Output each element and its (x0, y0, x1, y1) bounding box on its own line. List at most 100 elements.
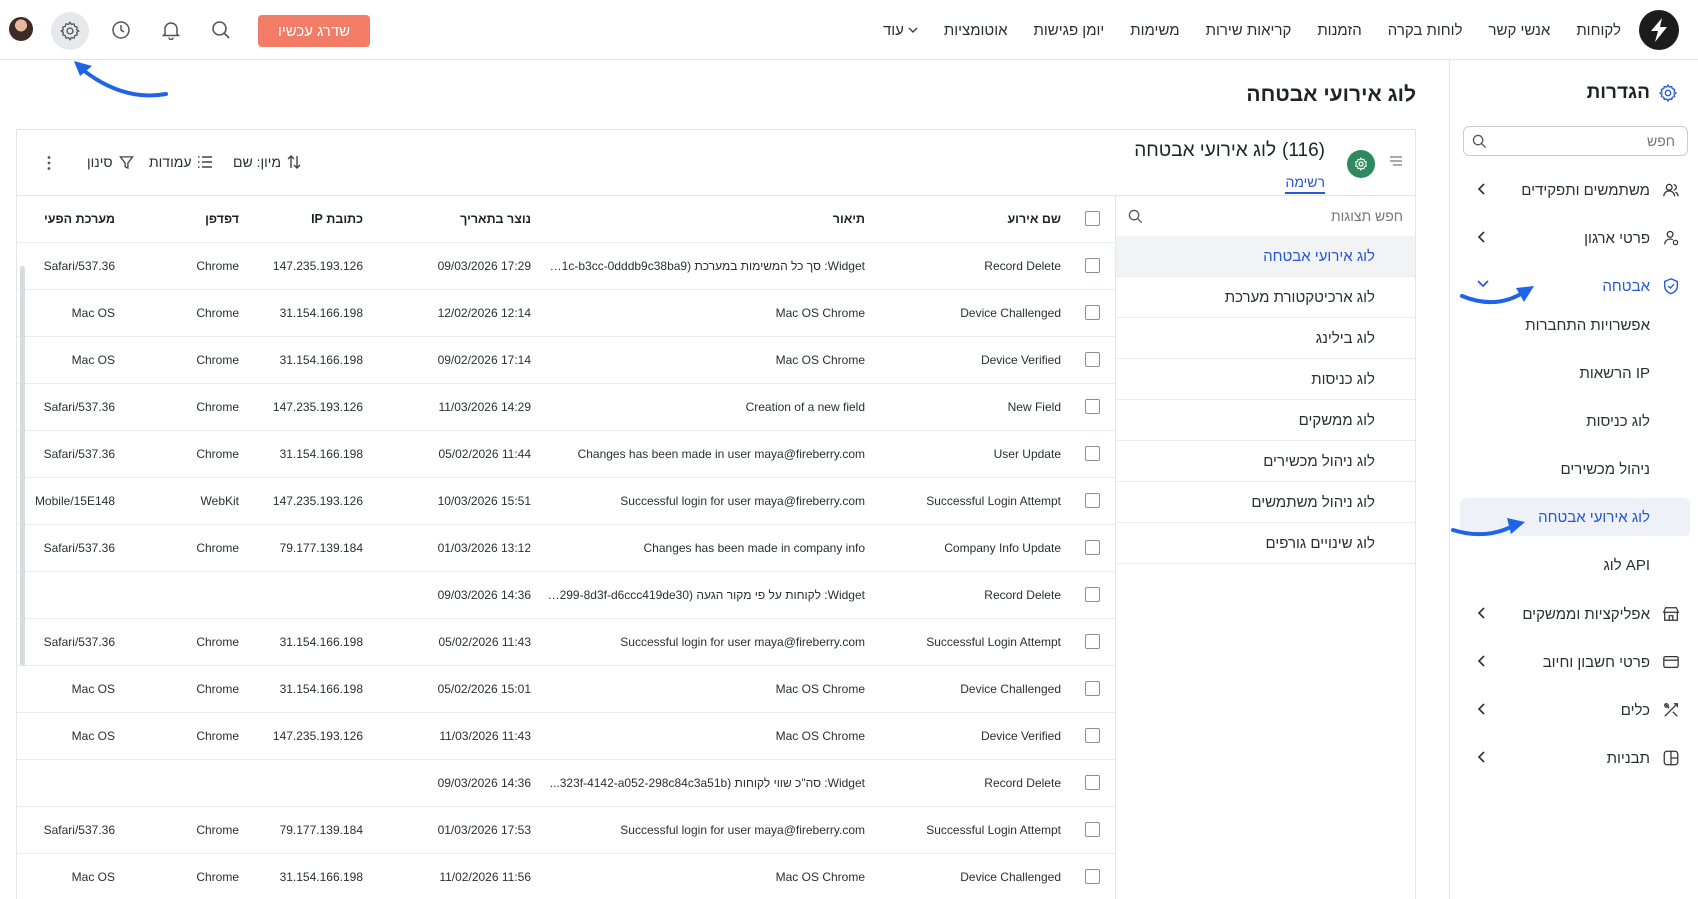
select-all-checkbox[interactable] (1084, 211, 1100, 227)
sidebar-sub-device-management[interactable]: ניהול מכשירים (1460, 450, 1690, 488)
sort-button[interactable]: מיון: שם (233, 154, 301, 170)
settings-search[interactable] (1463, 126, 1688, 156)
table-row[interactable]: Successful Login Attempt Successful login… (17, 477, 1115, 525)
table-row[interactable]: Device Challenged Mac OS Chrome 11:56 11/0… (17, 853, 1115, 899)
view-item[interactable]: לוג ממשקים (1116, 400, 1415, 441)
row-checkbox[interactable] (1084, 587, 1100, 603)
user-avatar[interactable] (9, 17, 33, 41)
nav-item-contacts[interactable]: אנשי קשר (1476, 22, 1564, 39)
row-select-cell[interactable] (1069, 759, 1115, 807)
sidebar-sub-login-options[interactable]: אפשרויות התחברות (1460, 306, 1690, 344)
view-item[interactable]: לוג שינויים גורפים (1116, 523, 1415, 564)
column-header-created[interactable]: נוצר בתאריך (371, 196, 539, 243)
row-select-cell[interactable] (1069, 712, 1115, 760)
table-row[interactable]: Device Challenged Mac OS Chrome 15:01 05/0… (17, 665, 1115, 713)
row-checkbox[interactable] (1084, 446, 1100, 462)
view-item[interactable]: לוג כניסות (1116, 359, 1415, 400)
app-logo[interactable] (1639, 10, 1679, 50)
sidebar-sub-login-log[interactable]: לוג כניסות (1460, 402, 1690, 440)
nav-item-dashboards[interactable]: לוחות בקרה (1375, 22, 1476, 39)
column-header-browser[interactable]: דפדפן (123, 196, 247, 243)
table-row[interactable]: Company Info Update Changes has been made… (17, 524, 1115, 572)
view-item[interactable]: לוג ניהול מכשירים (1116, 441, 1415, 482)
row-select-cell[interactable] (1069, 853, 1115, 899)
columns-button[interactable]: עמודות (149, 154, 213, 170)
tab-list[interactable]: רשימה (1285, 174, 1325, 194)
column-header-event[interactable]: שם אירוע (881, 196, 1069, 243)
sidebar-item-users-roles[interactable]: משתמשים ותפקידים (1460, 172, 1690, 208)
card-icon (1663, 655, 1679, 669)
table-row[interactable]: Device Challenged Mac OS Chrome 12:14 12/0… (17, 289, 1115, 337)
upgrade-now-button[interactable]: שדרג עכשיו (258, 15, 370, 47)
table-row[interactable]: Record Delete Widget: סה"כ שווי לקוחות (3… (17, 759, 1115, 807)
filter-button[interactable]: סינון (87, 154, 134, 170)
sidebar-item-org-details[interactable]: פרטי ארגון (1460, 220, 1690, 256)
sidebar-sub-ip-permissions[interactable]: הרשאות IP (1460, 354, 1690, 392)
select-all-cell[interactable] (1069, 196, 1115, 243)
table-row[interactable]: User Update Changes has been made in user… (17, 430, 1115, 478)
nav-item-customers[interactable]: לקוחות (1563, 22, 1634, 39)
history-button[interactable] (106, 15, 136, 45)
nav-item-automations[interactable]: אוטומציות (931, 22, 1021, 39)
row-select-cell[interactable] (1069, 571, 1115, 619)
list-menu-icon[interactable] (1389, 155, 1403, 167)
row-checkbox[interactable] (1084, 728, 1100, 744)
row-checkbox[interactable] (1084, 775, 1100, 791)
search-button[interactable] (206, 15, 236, 45)
sidebar-item-security[interactable]: אבטחה (1460, 268, 1690, 304)
row-checkbox[interactable] (1084, 634, 1100, 650)
row-checkbox[interactable] (1084, 493, 1100, 509)
row-select-cell[interactable] (1069, 806, 1115, 854)
table-row[interactable]: Successful Login Attempt Successful login… (17, 806, 1115, 854)
nav-item-more[interactable]: עוד (870, 22, 931, 39)
view-item[interactable]: לוג בילינג (1116, 318, 1415, 359)
column-header-ip[interactable]: כתובת IP (247, 196, 371, 243)
row-select-cell[interactable] (1069, 665, 1115, 713)
sidebar-sub-security-event-log[interactable]: לוג אירועי אבטחה (1460, 498, 1690, 536)
settings-button[interactable] (51, 12, 89, 50)
table-row[interactable]: Device Verified Mac OS Chrome 17:14 09/02/… (17, 336, 1115, 384)
sidebar-sub-api-log[interactable]: לוג API (1460, 546, 1690, 584)
row-checkbox[interactable] (1084, 869, 1100, 885)
table-row[interactable]: Device Verified Mac OS Chrome 11:43 11/03/… (17, 712, 1115, 760)
row-checkbox[interactable] (1084, 352, 1100, 368)
nav-item-service-calls[interactable]: קריאות שירות (1193, 22, 1305, 39)
nav-item-tasks[interactable]: משימות (1117, 22, 1192, 39)
row-select-cell[interactable] (1069, 242, 1115, 290)
sidebar-item-templates[interactable]: תבניות (1460, 740, 1690, 776)
row-select-cell[interactable] (1069, 618, 1115, 666)
row-select-cell[interactable] (1069, 336, 1115, 384)
more-options-icon[interactable] (46, 155, 52, 171)
row-select-cell[interactable] (1069, 289, 1115, 337)
views-search[interactable] (1116, 196, 1415, 236)
row-select-cell[interactable] (1069, 477, 1115, 525)
sidebar-item-apps[interactable]: אפליקציות וממשקים (1460, 596, 1690, 632)
nav-item-orders[interactable]: הזמנות (1304, 22, 1374, 39)
row-checkbox[interactable] (1084, 540, 1100, 556)
view-item[interactable]: לוג ניהול משתמשים (1116, 482, 1415, 523)
row-checkbox[interactable] (1084, 305, 1100, 321)
notifications-button[interactable] (156, 15, 186, 45)
table-row[interactable]: Successful Login Attempt Successful login… (17, 618, 1115, 666)
table-row[interactable]: New Field Creation of a new field 14:29 11… (17, 383, 1115, 431)
cell-ip-address: 79.177.139.184 (247, 524, 371, 572)
settings-search-input[interactable] (1464, 127, 1687, 155)
column-header-os[interactable]: מערכת הפעי (17, 196, 123, 243)
row-checkbox[interactable] (1084, 681, 1100, 697)
table-row[interactable]: Record Delete Widget: לקוחות על פי מקור ה… (17, 571, 1115, 619)
row-select-cell[interactable] (1069, 383, 1115, 431)
column-header-description[interactable]: תיאור (539, 196, 881, 243)
sidebar-item-billing[interactable]: פרטי חשבון וחיוב (1460, 644, 1690, 680)
nav-item-calendar[interactable]: יומן פגישות (1021, 22, 1118, 39)
row-checkbox[interactable] (1084, 258, 1100, 274)
table-scrollbar[interactable] (20, 266, 25, 666)
table-row[interactable]: Record Delete Widget: סך כל המשימות במערכ… (17, 242, 1115, 290)
row-checkbox[interactable] (1084, 399, 1100, 415)
view-item[interactable]: לוג ארכיטקטורת מערכת (1116, 277, 1415, 318)
views-search-input[interactable] (1116, 196, 1415, 236)
sidebar-item-tools[interactable]: כלים (1460, 692, 1690, 728)
row-select-cell[interactable] (1069, 430, 1115, 478)
view-item[interactable]: לוג אירועי אבטחה (1116, 236, 1415, 277)
row-checkbox[interactable] (1084, 822, 1100, 838)
row-select-cell[interactable] (1069, 524, 1115, 572)
